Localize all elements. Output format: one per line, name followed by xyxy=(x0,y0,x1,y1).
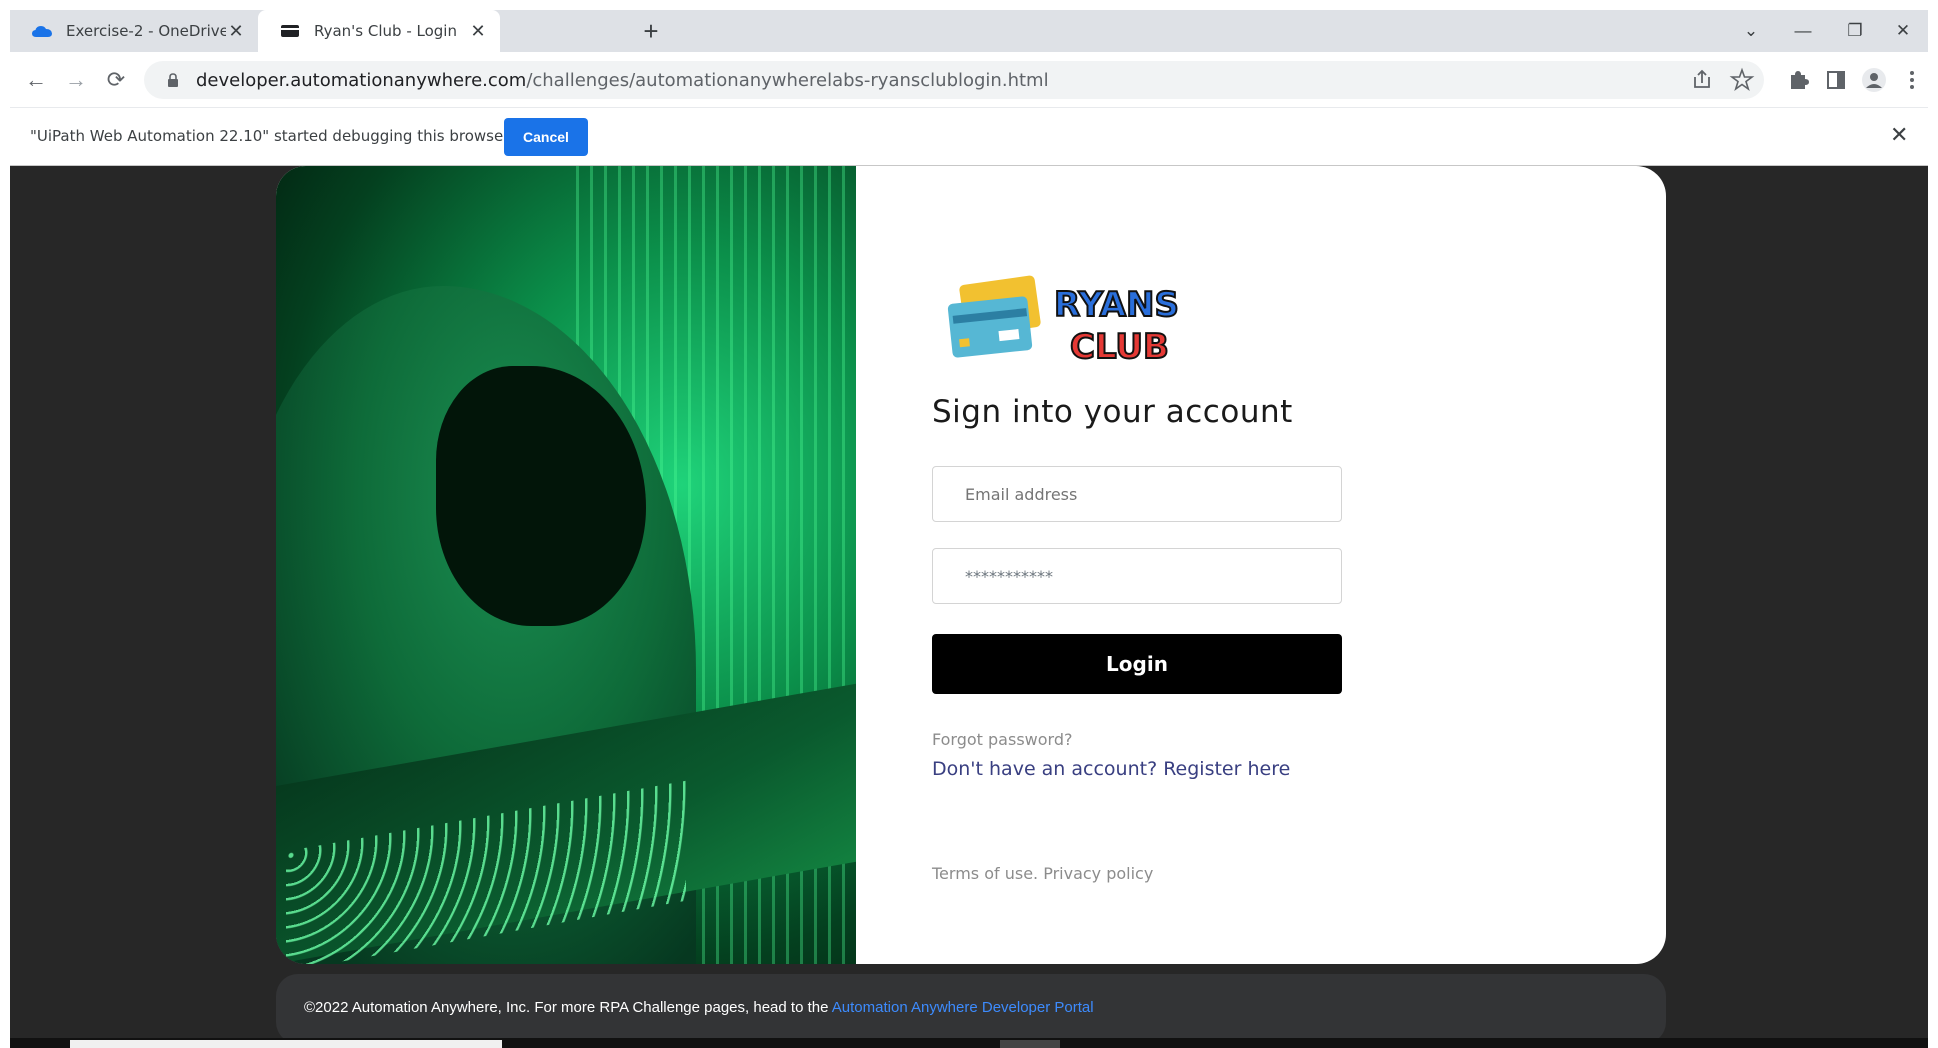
register-link[interactable]: Don't have an account? Register here xyxy=(932,758,1290,780)
tab-close-icon[interactable]: ✕ xyxy=(468,21,488,42)
taskbar-item[interactable] xyxy=(1000,1040,1060,1048)
extensions-icon[interactable] xyxy=(1782,61,1814,99)
taskbar-item[interactable] xyxy=(70,1040,502,1048)
reload-button[interactable]: ⟳ xyxy=(100,64,132,96)
login-card: RYANS CLUB Sign into your account Login … xyxy=(276,166,1666,964)
close-window-button[interactable]: ✕ xyxy=(1874,10,1932,52)
infobar-message: "UiPath Web Automation 22.10" started de… xyxy=(30,127,510,145)
login-form: RYANS CLUB Sign into your account Login … xyxy=(932,166,1532,964)
logo-line1: RYANS xyxy=(1054,285,1179,325)
debug-infobar: "UiPath Web Automation 22.10" started de… xyxy=(10,108,1928,166)
footer-text: ©2022 Automation Anywhere, Inc. For more… xyxy=(304,999,1094,1016)
url-domain: developer.automationanywhere.com xyxy=(196,69,527,91)
side-panel-icon[interactable] xyxy=(1820,61,1852,99)
card-icon xyxy=(281,25,299,37)
developer-portal-link[interactable]: Automation Anywhere Developer Portal xyxy=(832,999,1094,1016)
share-icon[interactable] xyxy=(1686,61,1718,99)
url-path: /challenges/automationanywherelabs-ryans… xyxy=(526,69,1049,91)
hacker-hero-image xyxy=(276,166,856,964)
logo-line2: CLUB xyxy=(1070,327,1169,367)
page-footer: ©2022 Automation Anywhere, Inc. For more… xyxy=(276,974,1666,1044)
forward-button[interactable]: → xyxy=(60,64,92,96)
tab-title: Exercise-2 - OneDrive xyxy=(66,22,226,40)
login-button[interactable]: Login xyxy=(932,634,1342,694)
credit-cards-icon xyxy=(947,275,1041,358)
cancel-debug-button[interactable]: Cancel xyxy=(504,118,588,156)
infobar-close-icon[interactable]: ✕ xyxy=(1890,122,1908,148)
lock-icon[interactable] xyxy=(166,73,180,87)
tab-search-icon[interactable]: ⌄ xyxy=(1722,10,1780,52)
tab-close-icon[interactable]: ✕ xyxy=(226,21,246,42)
password-field[interactable] xyxy=(932,548,1342,604)
address-bar[interactable]: developer.automationanywhere.com/challen… xyxy=(144,61,1764,99)
page-title: Sign into your account xyxy=(932,394,1293,430)
profile-icon[interactable] xyxy=(1858,61,1890,99)
star-icon[interactable] xyxy=(1726,61,1758,99)
email-field[interactable] xyxy=(932,466,1342,522)
forgot-password-link[interactable]: Forgot password? xyxy=(932,730,1072,749)
ryans-club-logo: RYANS CLUB xyxy=(947,275,1180,368)
browser-toolbar: ← → ⟳ developer.automationanywhere.com/c… xyxy=(10,52,1928,108)
minimize-button[interactable]: — xyxy=(1774,10,1832,52)
tab-title: Ryan's Club - Login xyxy=(314,22,457,40)
page-viewport: RYANS CLUB Sign into your account Login … xyxy=(10,166,1928,1048)
footer-copyright: ©2022 Automation Anywhere, Inc. For more… xyxy=(304,999,832,1016)
tab-strip: Exercise-2 - OneDrive ✕ Ryan's Club - Lo… xyxy=(10,10,1928,52)
tab-ryans-club[interactable]: Ryan's Club - Login ✕ xyxy=(258,10,500,52)
taskbar-strip xyxy=(10,1038,1928,1048)
terms-privacy-link[interactable]: Terms of use. Privacy policy xyxy=(932,864,1153,883)
back-button[interactable]: ← xyxy=(20,64,52,96)
onedrive-cloud-icon xyxy=(32,26,52,37)
menu-icon[interactable] xyxy=(1896,61,1928,99)
tab-onedrive[interactable]: Exercise-2 - OneDrive ✕ xyxy=(10,10,258,52)
browser-window: Exercise-2 - OneDrive ✕ Ryan's Club - Lo… xyxy=(10,10,1928,1048)
new-tab-button[interactable]: + xyxy=(636,16,666,46)
